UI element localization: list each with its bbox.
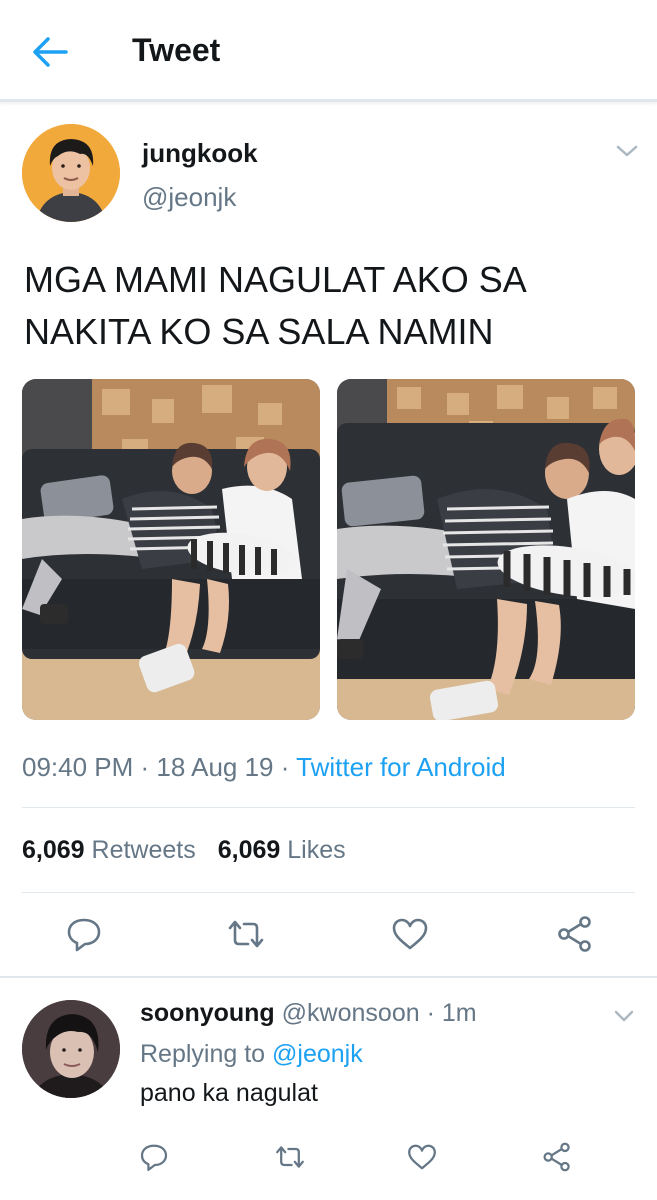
share-icon (558, 916, 591, 952)
share-icon (543, 1142, 570, 1172)
meta-separator: · (133, 752, 157, 782)
arrow-left-icon (33, 37, 68, 67)
author-name[interactable]: jungkook (142, 138, 258, 169)
like-button[interactable] (390, 914, 430, 954)
tweet-photo-2[interactable] (337, 379, 635, 720)
reply-header: soonyoung @kwonsoon · 1m (140, 999, 477, 1028)
retweet-icon (228, 920, 264, 948)
reply-share-button[interactable] (541, 1141, 573, 1173)
replying-to-handle-link[interactable]: @jeonjk (272, 1040, 363, 1068)
meta-separator: · (273, 752, 297, 782)
retweets-label: Retweets (91, 836, 196, 864)
tweet-time: 09:40 PM (22, 752, 134, 782)
likes-count: 6,069 (217, 836, 281, 864)
retweet-button[interactable] (226, 914, 266, 954)
tweet-timestamp: 09:40 PM · 18 Aug 19 · Twitter for Andro… (22, 752, 506, 783)
reply-author-handle[interactable]: @kwonsoon (282, 999, 420, 1027)
tweet-source-link[interactable]: Twitter for Android (296, 752, 506, 782)
share-button[interactable] (555, 914, 595, 954)
section-divider (0, 976, 657, 978)
reply-icon (67, 918, 101, 952)
more-options-button[interactable] (614, 142, 640, 160)
reply-author-avatar[interactable] (22, 1000, 120, 1098)
page-title: Tweet (132, 32, 221, 68)
reply-button[interactable] (64, 914, 104, 954)
reply-separator: · (419, 999, 442, 1027)
replying-to: Replying to @jeonjk (140, 1040, 363, 1069)
divider (22, 892, 635, 893)
reply-icon (140, 1144, 168, 1171)
like-icon (408, 1144, 436, 1170)
back-button[interactable] (30, 34, 70, 70)
reply-reply-button[interactable] (138, 1141, 170, 1173)
tweet-photo-1[interactable] (22, 379, 320, 720)
chevron-down-icon (616, 145, 638, 157)
tweet-stats: 6,069 Retweets 6,069 Likes (22, 836, 346, 865)
tweet-text: MGA MAMI NAGULAT AKO SA NAKITA KO SA SAL… (24, 259, 525, 352)
like-icon (392, 918, 428, 950)
replying-to-label: Replying to (140, 1040, 266, 1068)
reply-author-name[interactable]: soonyoung (140, 999, 275, 1027)
reply-retweet-button[interactable] (274, 1141, 306, 1173)
author-handle[interactable]: @jeonjk (142, 182, 236, 213)
chevron-down-icon (614, 1010, 634, 1022)
author-avatar[interactable] (22, 124, 120, 222)
divider (22, 807, 635, 808)
reply-text: pano ka nagulat (140, 1079, 318, 1107)
retweets-stat[interactable]: 6,069 Retweets (22, 836, 196, 864)
reply-more-options-button[interactable] (612, 1008, 636, 1024)
likes-label: Likes (287, 836, 346, 864)
reply-like-button[interactable] (406, 1141, 438, 1173)
retweet-icon (276, 1146, 304, 1168)
retweets-count: 6,069 (22, 836, 85, 864)
tweet-date: 18 Aug 19 (156, 752, 274, 782)
reply-time: 1m (441, 999, 477, 1027)
top-bar: Tweet (0, 0, 657, 102)
likes-stat[interactable]: 6,069 Likes (218, 836, 346, 864)
